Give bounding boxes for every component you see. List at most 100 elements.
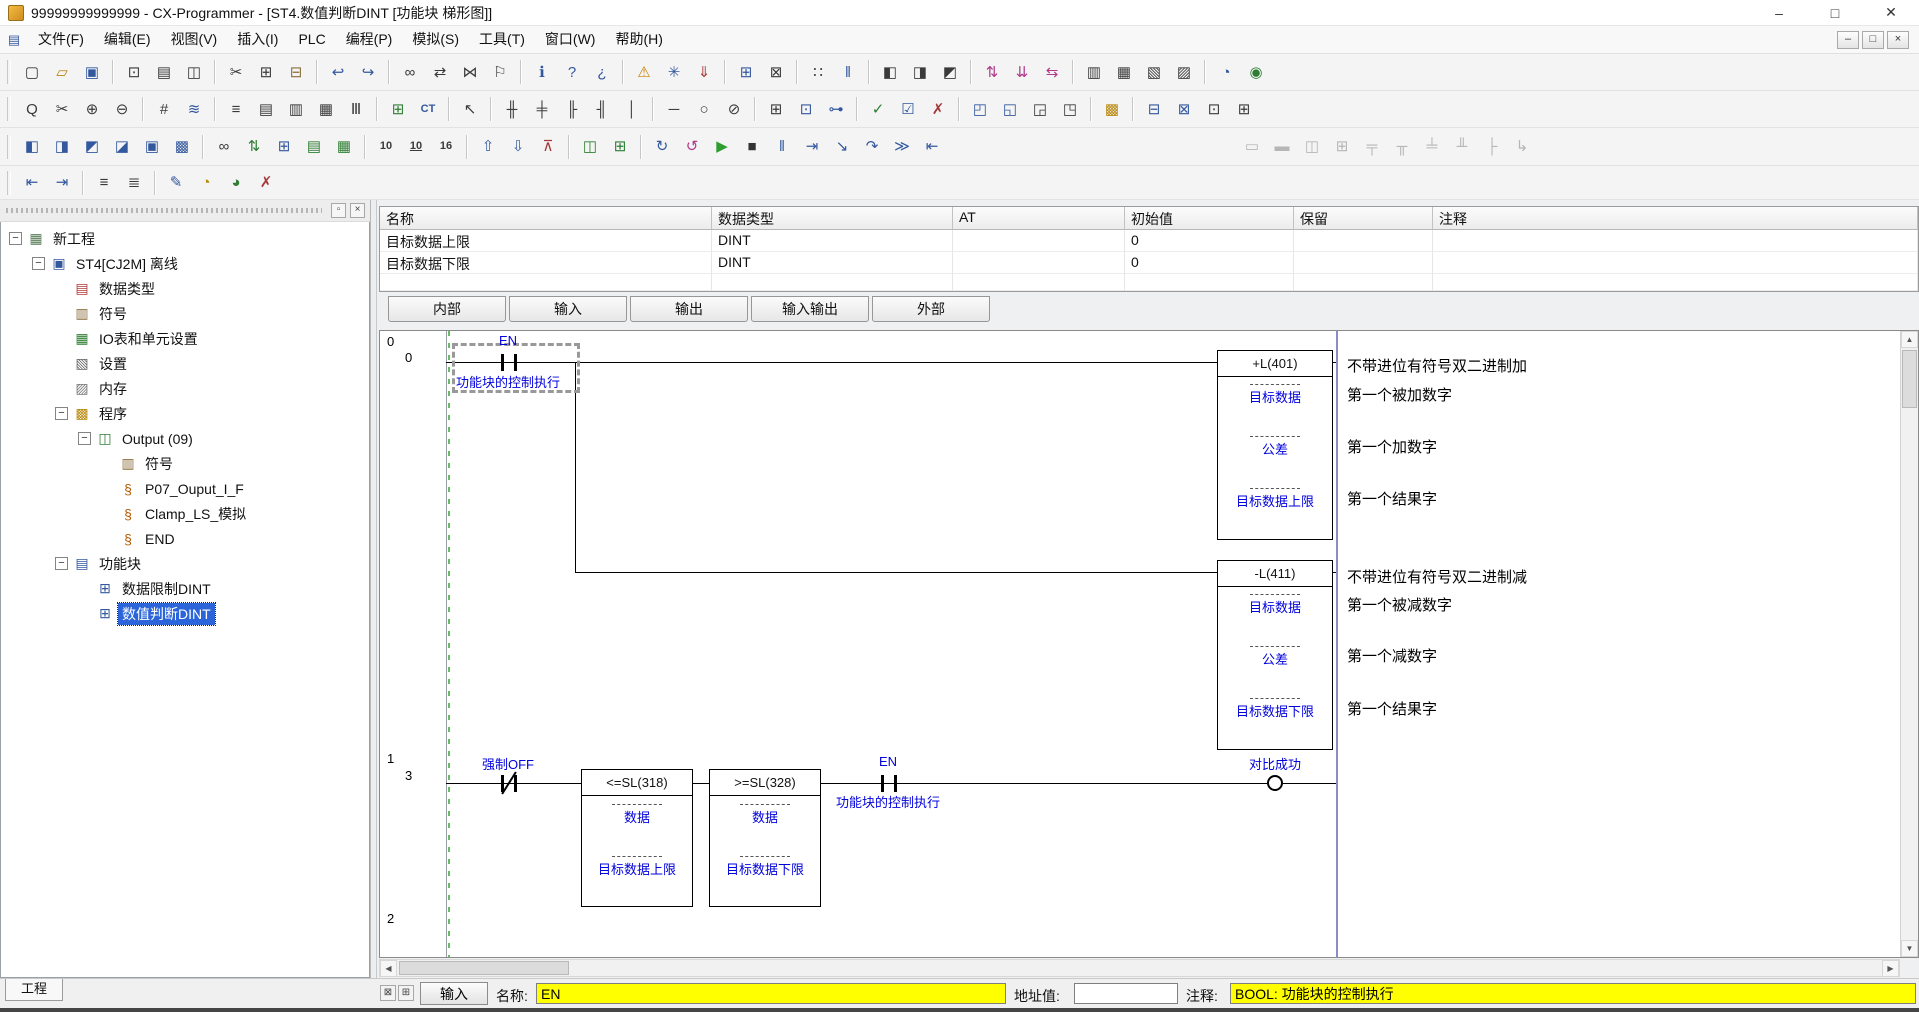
collapse-icon[interactable]: − [55,407,68,420]
compile-program-button[interactable]: ✳ [660,59,688,86]
rung-comment[interactable]: 第一个被加数字 [1347,384,1452,405]
function-block-invoke-button[interactable]: ⊡ [792,96,820,123]
zoom-cut-button[interactable]: ✂ [48,96,76,123]
compile-warning-button[interactable]: ⚠ [630,59,658,86]
operand-label[interactable]: 数据 [710,804,820,826]
edit-pen-button[interactable]: ✎ [162,169,190,196]
operand-label[interactable]: 公差 [1218,646,1332,668]
online-edit-button[interactable]: ☑ [894,96,922,123]
horizontal-scrollbar[interactable]: ◀ ▶ [379,959,1900,977]
view-grid-3d-button[interactable]: ▤ [300,133,328,160]
simulation-pause-button[interactable]: ‖ [768,133,796,160]
io-comment-button[interactable]: ∷ [804,59,832,86]
window-tile-v-button[interactable]: ◩ [78,133,106,160]
find-button[interactable]: ∞ [396,59,424,86]
verify-button[interactable]: ⇆ [1038,59,1066,86]
force-cancel-button[interactable]: ⊼ [534,133,562,160]
rung-join-button[interactable]: ⊞ [1328,133,1356,160]
plc-settings-button[interactable]: ▧ [1140,59,1168,86]
plc-clock-button[interactable]: ◔ [1212,59,1240,86]
workspace-close-icon[interactable]: × [350,203,365,218]
fb-parameter-button[interactable]: ⊶ [822,96,850,123]
var-col-at[interactable]: AT [953,207,1125,230]
find-next-button[interactable]: ⋈ [456,59,484,86]
scroll-left-icon[interactable]: ◀ [380,960,397,977]
name-input[interactable] [536,983,1006,1004]
connect-left-button[interactable]: ├ [1478,133,1506,160]
scroll-right-icon[interactable]: ▶ [1882,960,1899,977]
plc-memory-button[interactable]: ▥ [1080,59,1108,86]
open-file-button[interactable]: ▱ [48,59,76,86]
save-button[interactable]: ▣ [78,59,106,86]
contact-en1-bar[interactable] [501,354,504,371]
contact-or-no-button[interactable]: ╟ [558,96,586,123]
menu-file[interactable]: 文件(F) [28,26,94,53]
output-coil[interactable] [1267,775,1283,791]
download-button[interactable]: ⇊ [1008,59,1036,86]
mdi-restore-button[interactable]: □ [1862,31,1884,49]
comment-input[interactable] [1230,983,1916,1004]
replace-button[interactable]: ⇄ [426,59,454,86]
tree-item-output-symbols[interactable]: ▥符号 [1,451,369,476]
fb-instance-button[interactable]: ◱ [996,96,1024,123]
menu-help[interactable]: 帮助(H) [605,26,672,53]
operand-label[interactable]: 目标数据上限 [582,856,692,878]
tree-item-new-project[interactable]: −▦新工程 [1,226,369,251]
workspace-pin-icon[interactable]: ▫ [331,203,346,218]
operand-label[interactable]: 目标数据 [1218,384,1332,406]
grid-add-icon[interactable]: ⊞ [398,985,414,1001]
work-online-button[interactable]: ↻ [648,133,676,160]
vertical-line-button[interactable]: │ [618,96,646,123]
fb-protect-button[interactable]: ◲ [1026,96,1054,123]
program-check-button[interactable]: ✓ [864,96,892,123]
tree-item-function-blocks[interactable]: −▤功能块 [1,551,369,576]
rung-insert-below-button[interactable]: ▬ [1268,133,1296,160]
info-button[interactable]: ℹ [528,59,556,86]
bookmark-button[interactable]: ⚐ [486,59,514,86]
address-input[interactable] [1074,983,1178,1004]
indent-left-button[interactable]: ⇤ [18,169,46,196]
var-col-name[interactable]: 名称 [380,207,712,230]
operand-label[interactable]: 目标数据上限 [1218,488,1332,510]
tree-item-section-p07[interactable]: §P07_Ouput_I_F [1,476,369,501]
grid-toggle-icon[interactable]: ⊠ [380,985,396,1001]
distribute-button[interactable]: ╨ [1448,133,1476,160]
align-list-button[interactable]: ≡ [90,169,118,196]
contact-force-bar[interactable] [514,775,517,792]
upload-button[interactable]: ⇅ [978,59,1006,86]
vertical-scrollbar[interactable]: ▲ ▼ [1900,331,1918,957]
tree-item-symbols[interactable]: ▥符号 [1,301,369,326]
cancel-edit-button[interactable]: ✗ [924,96,952,123]
print-button[interactable]: ▤ [150,59,178,86]
menu-window[interactable]: 窗口(W) [535,26,606,53]
view-symbols-button[interactable]: ▥ [282,96,310,123]
print-preview-button[interactable]: ◫ [180,59,208,86]
window-compare-button[interactable]: ◨ [906,59,934,86]
rung-comment[interactable]: 第一个结果字 [1347,488,1437,509]
memory-card-button[interactable]: ▨ [1170,59,1198,86]
menu-edit[interactable]: 编辑(E) [94,26,161,53]
simulation-run-button[interactable]: ▶ [708,133,736,160]
align-top-button[interactable]: ╤ [1358,133,1386,160]
var-col-type[interactable]: 数据类型 [712,207,953,230]
step-in-button[interactable]: ↘ [828,133,856,160]
zoom-in-button[interactable]: ⊕ [78,96,106,123]
rung-comment[interactable]: 不带进位有符号双二进制减 [1347,566,1527,587]
menu-tools[interactable]: 工具(T) [469,26,535,53]
operand-label[interactable]: 数据 [582,804,692,826]
tab-inputs[interactable]: 输入 [509,296,627,322]
radix-decimal-button[interactable]: 10 [372,133,400,160]
continuous-step-run-button[interactable]: ≫ [888,133,916,160]
instruction-block-sub-l[interactable]: -L(411) 目标数据 公差 目标数据下限 [1217,560,1333,750]
monitor-window-button[interactable]: ⊞ [384,96,412,123]
view-split-button[interactable]: Ⅲ [342,96,370,123]
view-diagram-button[interactable]: ▦ [312,96,340,123]
tree-item-io-table-settings[interactable]: ▦IO表和单元设置 [1,326,369,351]
cut-button[interactable]: ✂ [222,59,250,86]
fb-define-button[interactable]: ◰ [966,96,994,123]
force-reset-button[interactable]: ⇩ [504,133,532,160]
collapse-icon[interactable]: − [32,257,45,270]
contact-en2-label[interactable]: EN [858,754,918,769]
block-edit-b-button[interactable]: ⊠ [1170,96,1198,123]
io-table-button[interactable]: ▦ [1110,59,1138,86]
